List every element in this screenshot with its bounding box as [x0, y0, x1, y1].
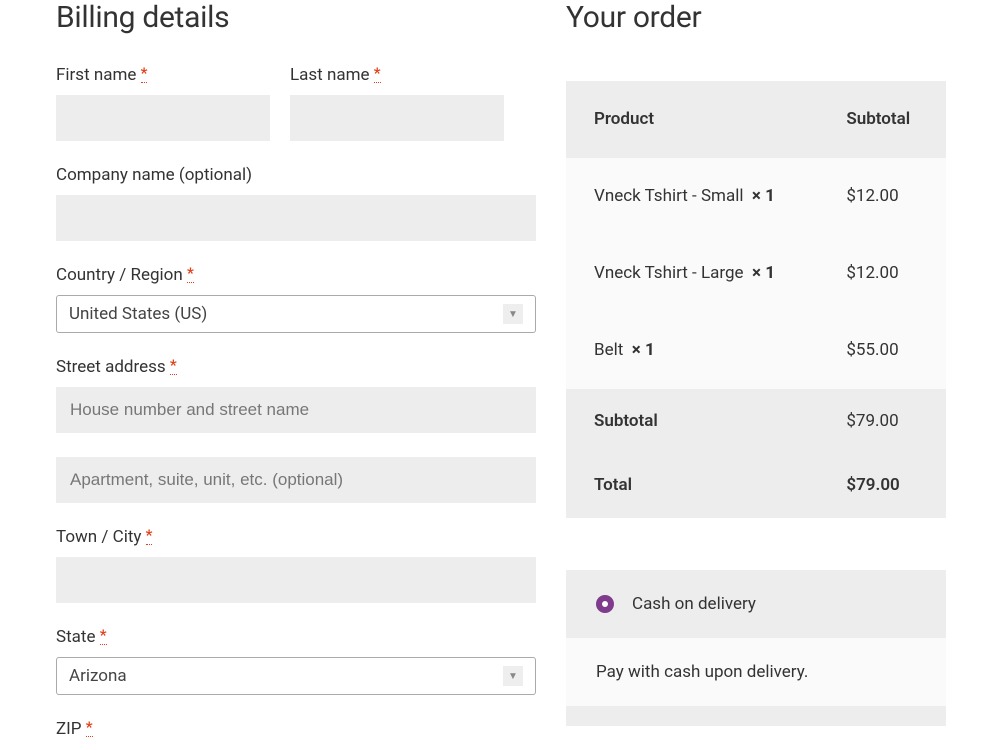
city-label: Town / City *	[56, 527, 536, 547]
country-select[interactable]: United States (US) ▼	[56, 295, 536, 333]
order-table: Product Subtotal Vneck Tshirt - Small × …	[566, 81, 946, 518]
required-icon: *	[146, 526, 153, 545]
first-name-label: First name *	[56, 65, 270, 85]
order-item-price: $12.00	[818, 158, 946, 235]
order-header-product: Product	[566, 81, 818, 158]
country-value: United States (US)	[69, 304, 207, 324]
required-icon: *	[100, 626, 107, 645]
order-item-name: Vneck Tshirt - Large	[594, 263, 744, 283]
required-icon: *	[141, 64, 148, 83]
order-item-price: $12.00	[818, 235, 946, 312]
order-item-name: Belt	[594, 340, 623, 360]
required-icon: *	[86, 718, 93, 737]
subtotal-label: Subtotal	[566, 389, 818, 454]
state-value: Arizona	[69, 666, 127, 686]
state-label: State *	[56, 627, 536, 647]
order-heading: Your order	[566, 0, 946, 35]
payment-method-label: Cash on delivery	[632, 594, 756, 614]
required-icon: *	[187, 264, 194, 283]
order-item-qty: × 1	[752, 263, 775, 283]
city-input[interactable]	[56, 557, 536, 603]
chevron-down-icon: ▼	[503, 304, 523, 324]
order-item-row: Vneck Tshirt - Large × 1 $12.00	[566, 235, 946, 312]
country-label: Country / Region *	[56, 265, 536, 285]
payment-footer	[566, 706, 946, 726]
zip-label: ZIP *	[56, 719, 536, 739]
order-header-subtotal: Subtotal	[818, 81, 946, 158]
order-item-price: $55.00	[818, 312, 946, 389]
order-item-row: Vneck Tshirt - Small × 1 $12.00	[566, 158, 946, 235]
subtotal-value: $79.00	[818, 389, 946, 454]
company-label: Company name (optional)	[56, 165, 536, 185]
total-value: $79.00	[818, 453, 946, 518]
first-name-input[interactable]	[56, 95, 270, 141]
company-input[interactable]	[56, 195, 536, 241]
total-label: Total	[566, 453, 818, 518]
state-select[interactable]: Arizona ▼	[56, 657, 536, 695]
street-label: Street address *	[56, 357, 536, 377]
required-icon: *	[374, 64, 381, 83]
order-item-qty: × 1	[632, 340, 655, 360]
required-icon: *	[170, 356, 177, 375]
last-name-input[interactable]	[290, 95, 504, 141]
billing-heading: Billing details	[56, 0, 536, 35]
radio-selected-icon	[596, 595, 614, 613]
order-item-name: Vneck Tshirt - Small	[594, 186, 743, 206]
street-address-2-input[interactable]	[56, 457, 536, 503]
payment-method-cod[interactable]: Cash on delivery	[566, 570, 946, 638]
payment-section: Cash on delivery Pay with cash upon deli…	[566, 570, 946, 726]
order-item-row: Belt × 1 $55.00	[566, 312, 946, 389]
chevron-down-icon: ▼	[503, 666, 523, 686]
order-item-qty: × 1	[752, 186, 775, 206]
payment-description: Pay with cash upon delivery.	[566, 638, 946, 706]
street-address-1-input[interactable]	[56, 387, 536, 433]
last-name-label: Last name *	[290, 65, 504, 85]
